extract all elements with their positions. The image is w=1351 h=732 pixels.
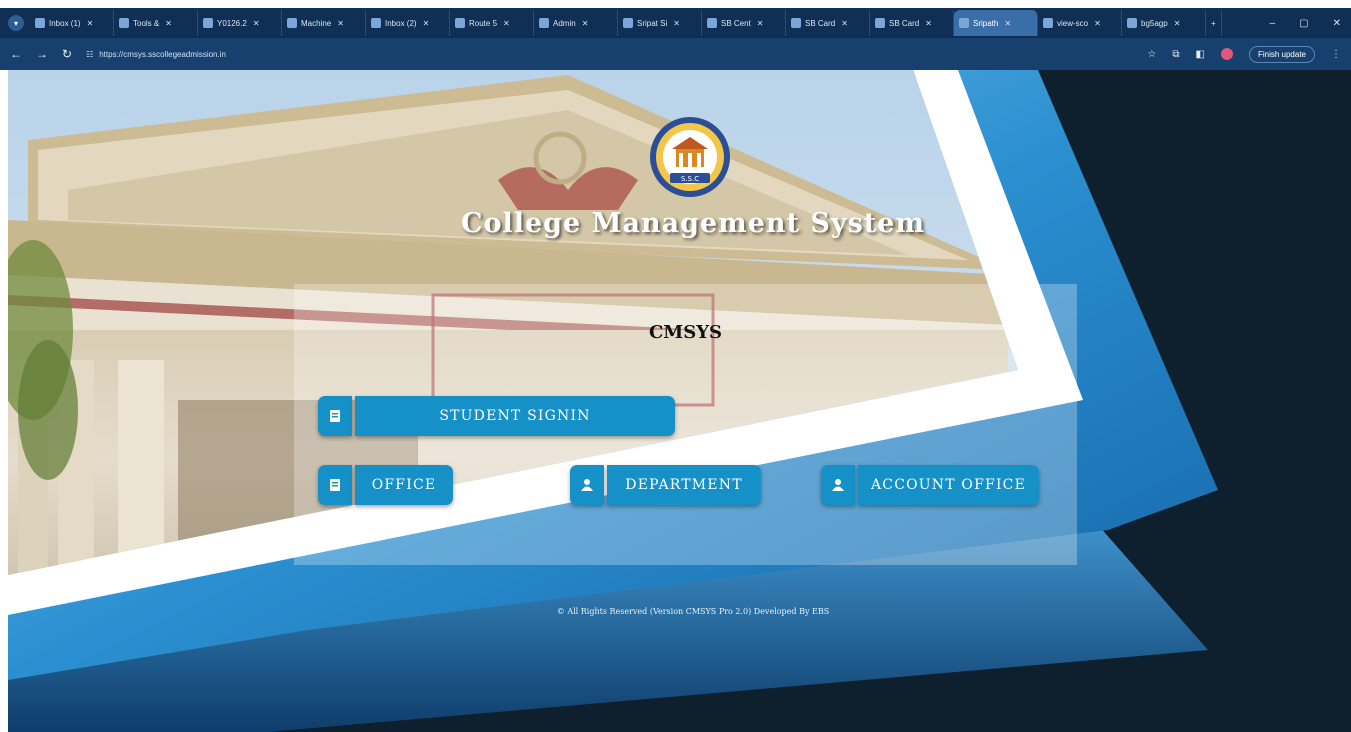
address-bar[interactable]: ☷ https://cmsys.sscollegeadmission.in (86, 50, 226, 59)
tab-search-icon[interactable]: ▾ (8, 15, 24, 31)
maximize-button[interactable]: ▢ (1299, 18, 1308, 29)
tab-close-icon[interactable]: ✕ (1094, 19, 1101, 28)
url-text: https://cmsys.sscollegeadmission.in (99, 49, 226, 59)
tab-favicon-icon (1043, 18, 1053, 28)
tab-close-icon[interactable]: ✕ (1004, 19, 1011, 28)
browser-tabstrip: ▾ Inbox (1) ✕ Tools & ✕ Y0126.2 ✕ Machine ✕ Inbo… (0, 8, 1351, 38)
tab-close-icon[interactable]: ✕ (673, 19, 680, 28)
tab-favicon-icon (959, 18, 969, 28)
footer-copyright: © All Rights Reserved (Version CMSYS Pro… (556, 607, 830, 616)
browser-tab[interactable]: Inbox (2) ✕ (366, 10, 450, 36)
tab-favicon-icon (875, 18, 885, 28)
tab-title: Admin (553, 18, 576, 28)
department-label: DEPARTMENT (607, 465, 761, 505)
browser-tab[interactable]: Machine ✕ (282, 10, 366, 36)
tab-favicon-icon (203, 18, 213, 28)
student-signin-label: STUDENT SIGNIN (355, 396, 675, 436)
tab-favicon-icon (287, 18, 297, 28)
tab-title: bg5agp (1141, 18, 1168, 28)
tab-close-icon[interactable]: ✕ (582, 19, 589, 28)
tab-favicon-icon (35, 18, 45, 28)
tab-title: Tools & (133, 18, 160, 28)
new-tab-icon: + (1211, 18, 1216, 28)
close-window-button[interactable]: ✕ (1333, 18, 1341, 29)
page-viewport: S.S.C College Management System CMSYS ST… (8, 70, 1351, 732)
user-icon (821, 465, 855, 505)
account-office-button[interactable]: ACCOUNT OFFICE (821, 465, 1039, 505)
tab-close-icon[interactable]: ✕ (503, 19, 510, 28)
page-title: College Management System (460, 208, 926, 239)
id-card-icon (318, 396, 352, 436)
toolbar-actions: ☆ ⧉ ◧ Finish update ⋮ (1147, 45, 1341, 63)
office-label: OFFICE (355, 465, 453, 505)
tab-title: SB Cent (721, 18, 751, 28)
brand-name: CMSYS (648, 322, 723, 343)
tab-title: Sripat Si (637, 18, 668, 28)
tab-favicon-icon (371, 18, 381, 28)
tab-close-icon[interactable]: ✕ (337, 19, 344, 28)
reload-icon[interactable]: ↻ (62, 47, 72, 61)
new-tab-button[interactable]: + (1206, 10, 1222, 36)
browser-tab[interactable]: Sripath ✕ (954, 10, 1038, 36)
tab-favicon-icon (455, 18, 465, 28)
browser-tab[interactable]: bg5agp ✕ (1122, 10, 1206, 36)
tab-favicon-icon (539, 18, 549, 28)
browser-tab[interactable]: Inbox (1) ✕ (30, 10, 114, 36)
user-icon (570, 465, 604, 505)
tab-title: view-sco (1057, 18, 1089, 28)
tab-favicon-icon (119, 18, 129, 28)
browser-tab[interactable]: SB Card ✕ (870, 10, 954, 36)
tab-close-icon[interactable]: ✕ (841, 19, 848, 28)
window-controls: – ▢ ✕ (1270, 18, 1351, 29)
forward-icon[interactable]: → (36, 47, 48, 61)
tab-close-icon[interactable]: ✕ (423, 19, 430, 28)
tab-list: Inbox (1) ✕ Tools & ✕ Y0126.2 ✕ Machine ✕ Inbox … (30, 10, 1206, 36)
tab-close-icon[interactable]: ✕ (757, 19, 764, 28)
office-button[interactable]: OFFICE (318, 465, 453, 505)
site-info-icon[interactable]: ☷ (86, 50, 93, 59)
browser-tab[interactable]: SB Cent ✕ (702, 10, 786, 36)
browser-tab[interactable]: Admin ✕ (534, 10, 618, 36)
tab-title: Route 5 (469, 18, 498, 28)
login-panel: CMSYS STUDENT SIGNIN OFFICE DEPARTMENT A… (294, 284, 1077, 565)
back-icon[interactable]: ← (10, 47, 22, 61)
college-logo: S.S.C (650, 117, 730, 197)
account-office-label: ACCOUNT OFFICE (858, 465, 1039, 505)
tab-favicon-icon (1127, 18, 1137, 28)
browser-menu-icon[interactable]: ⋮ (1331, 49, 1341, 60)
extensions-icon[interactable]: ⧉ (1172, 49, 1179, 60)
tab-favicon-icon (623, 18, 633, 28)
browser-tab[interactable]: Tools & ✕ (114, 10, 198, 36)
student-signin-button[interactable]: STUDENT SIGNIN (318, 396, 675, 436)
id-card-icon (318, 465, 352, 505)
tab-title: Inbox (2) (385, 18, 417, 28)
browser-tab[interactable]: view-sco ✕ (1038, 10, 1122, 36)
tab-close-icon[interactable]: ✕ (925, 19, 932, 28)
tab-close-icon[interactable]: ✕ (1174, 19, 1181, 28)
tab-title: Inbox (1) (49, 18, 81, 28)
tab-title: SB Card (889, 18, 920, 28)
tab-favicon-icon (791, 18, 801, 28)
browser-tab[interactable]: Y0126.2 ✕ (198, 10, 282, 36)
browser-tab[interactable]: Route 5 ✕ (450, 10, 534, 36)
side-panel-icon[interactable]: ◧ (1196, 49, 1205, 60)
bookmark-star-icon[interactable]: ☆ (1147, 49, 1156, 60)
logo-text: S.S.C (681, 175, 699, 183)
browser-toolbar: ← → ↻ ☷ https://cmsys.sscollegeadmission… (0, 38, 1351, 70)
tab-close-icon[interactable]: ✕ (165, 19, 172, 28)
profile-avatar[interactable] (1220, 48, 1233, 60)
tab-title: SB Card (805, 18, 836, 28)
tab-title: Y0126.2 (217, 18, 247, 28)
browser-tab[interactable]: Sripat Si ✕ (618, 10, 702, 36)
tab-close-icon[interactable]: ✕ (87, 19, 94, 28)
minimize-button[interactable]: – (1270, 18, 1276, 29)
department-button[interactable]: DEPARTMENT (570, 465, 761, 505)
tab-title: Machine (301, 18, 332, 28)
tab-title: Sripath (973, 18, 999, 28)
browser-tab[interactable]: SB Card ✕ (786, 10, 870, 36)
tab-favicon-icon (707, 18, 717, 28)
tab-close-icon[interactable]: ✕ (253, 19, 260, 28)
finish-update-button[interactable]: Finish update (1248, 45, 1315, 63)
